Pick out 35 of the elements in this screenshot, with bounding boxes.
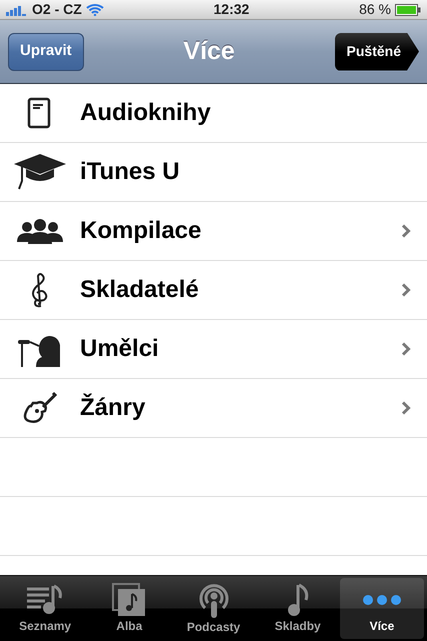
wifi-icon <box>86 3 104 16</box>
people-group-icon <box>17 218 63 244</box>
row-label: Audioknihy <box>80 98 212 128</box>
guitar-icon <box>23 391 57 425</box>
list-row[interactable]: Žánry <box>0 379 427 438</box>
album-icon <box>112 582 146 616</box>
signal-icon <box>6 4 28 16</box>
now-playing-button[interactable]: Puštěné <box>334 32 419 70</box>
carrier-name: O2 - CZ <box>32 0 82 19</box>
treble-clef-icon <box>30 272 50 308</box>
music-note-icon <box>286 582 310 616</box>
row-label: Umělci <box>80 334 160 364</box>
list-row[interactable]: Audioknihy <box>0 84 427 143</box>
clock-time: 12:32 <box>214 0 250 19</box>
row-label: Skladatelé <box>80 275 200 305</box>
tab-bar-item[interactable]: Alba <box>87 578 172 639</box>
row-label: Kompilace <box>80 216 202 246</box>
list-row[interactable]: Skladatelé <box>0 261 427 320</box>
tab-bar-item[interactable]: Seznamy <box>3 578 88 639</box>
tab-bar-item[interactable]: Skladby <box>256 578 340 639</box>
edit-button[interactable]: Upravit <box>8 32 84 70</box>
graduation-cap-icon <box>14 154 66 190</box>
list-row[interactable]: iTunes U <box>0 143 427 202</box>
list-row[interactable]: Umělci <box>0 320 427 379</box>
tab-bar-item[interactable]: Podcasty <box>171 578 256 639</box>
book-icon <box>27 97 53 129</box>
list-row[interactable]: Kompilace <box>0 202 427 261</box>
row-label: Žánry <box>80 392 146 423</box>
podcast-icon <box>196 582 230 618</box>
screen-title: Více <box>183 36 235 67</box>
battery-icon <box>394 4 421 16</box>
tab-bar-item[interactable]: Více <box>340 578 424 639</box>
more-dots-icon <box>362 594 402 606</box>
row-label: iTunes U <box>80 157 181 187</box>
battery-percentage: 86 % <box>359 0 391 19</box>
